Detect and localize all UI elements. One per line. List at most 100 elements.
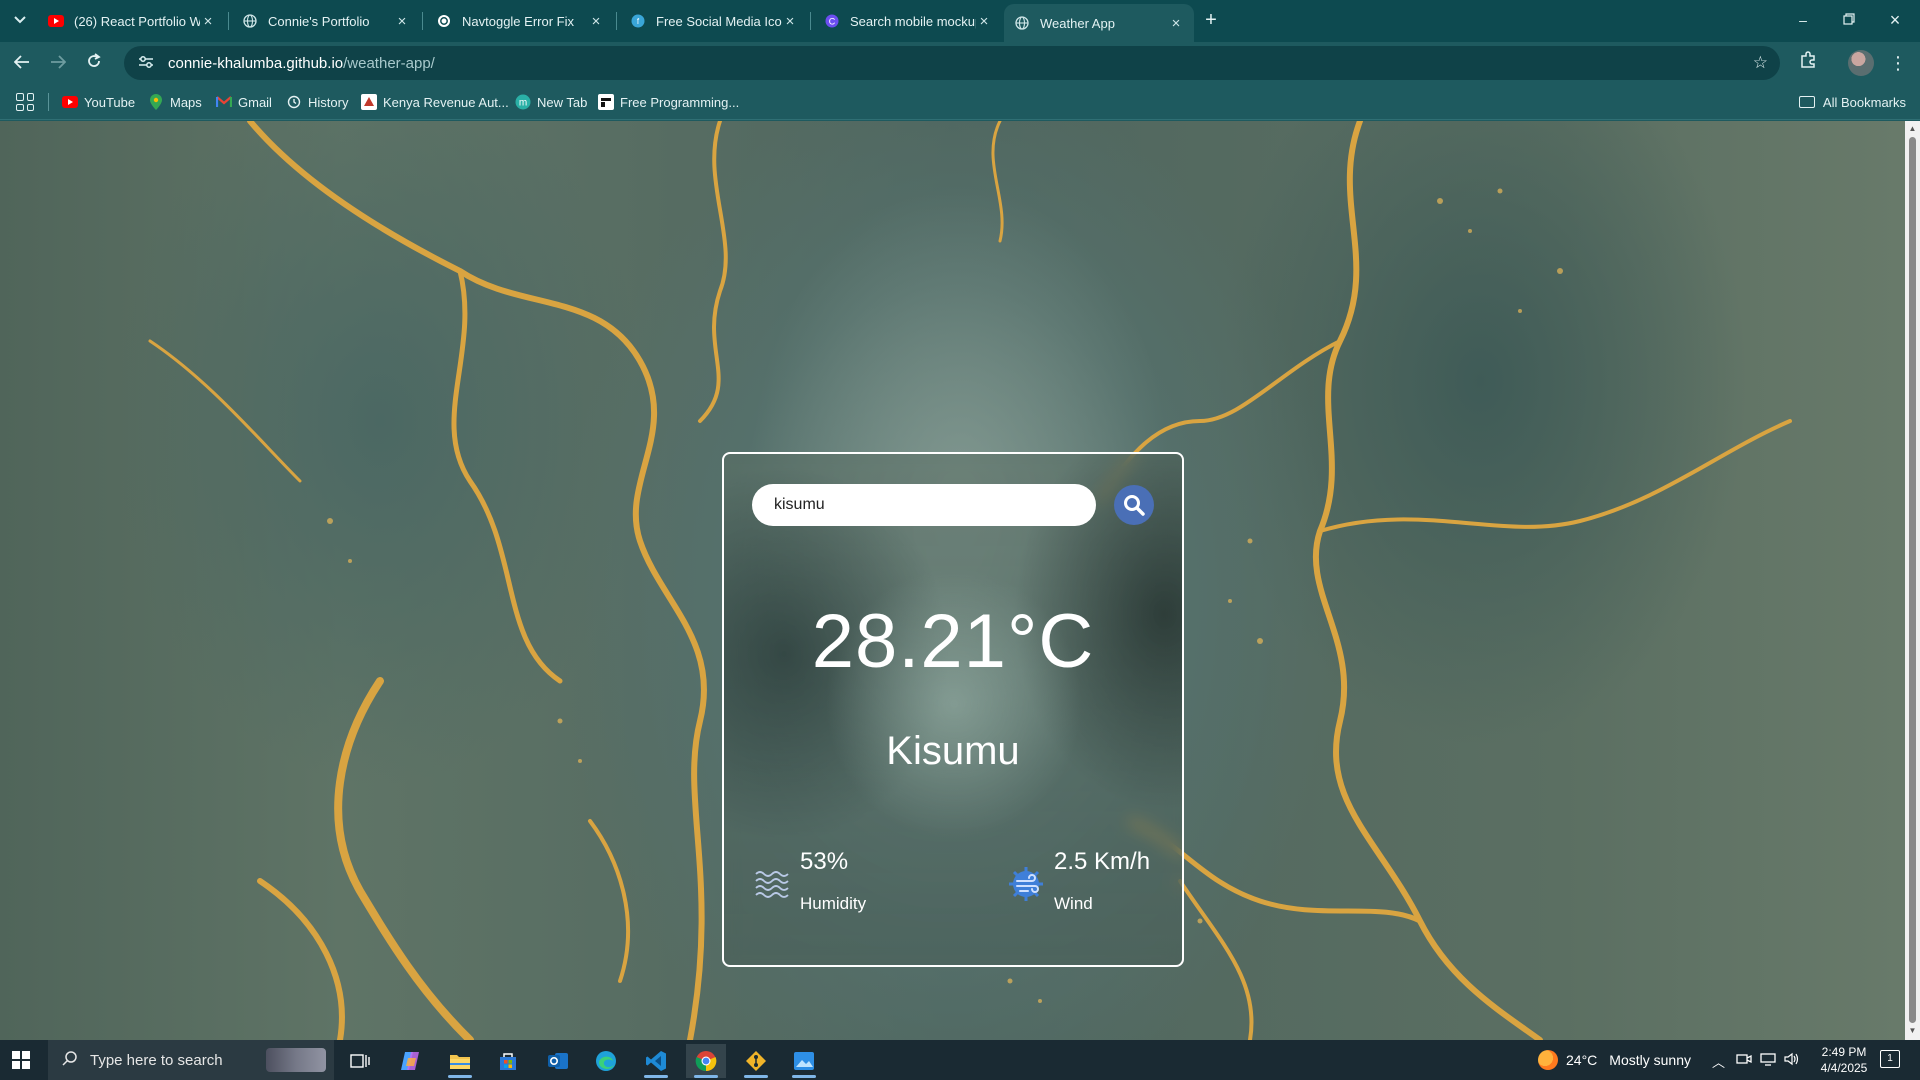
- temperature-display: 28.21°C: [811, 599, 1095, 684]
- browser-toolbar: connie-khalumba.github.io/weather-app/ ☆…: [0, 42, 1920, 84]
- tab-separator: [810, 12, 811, 30]
- bookmark-history[interactable]: History: [286, 92, 348, 112]
- reload-button[interactable]: [80, 49, 108, 77]
- humidity-waves-icon: [754, 866, 790, 902]
- tab-social-media-icon-fonts[interactable]: f Free Social Media Icon Fonts - [ ×: [620, 6, 808, 36]
- windows-start-button[interactable]: [12, 1051, 30, 1069]
- forward-button[interactable]: [44, 49, 72, 77]
- taskbar-microsoft-store[interactable]: [488, 1044, 528, 1078]
- history-icon: [286, 94, 302, 110]
- reload-icon: [88, 53, 101, 67]
- programming-icon: [598, 94, 614, 110]
- scrollbar-thumb[interactable]: [1909, 137, 1916, 1023]
- tab-react-portfolio[interactable]: (26) React Portfolio Website Tu ×: [38, 6, 226, 36]
- all-bookmarks-button[interactable]: All Bookmarks: [1798, 92, 1906, 112]
- site-info-icon[interactable]: [138, 55, 158, 72]
- bookmark-label: YouTube: [84, 94, 136, 110]
- copilot-icon: [401, 1052, 419, 1070]
- taskbar-weather-widget[interactable]: 24°C Mostly sunny: [1538, 1040, 1691, 1080]
- notification-center-icon[interactable]: 1: [1880, 1050, 1900, 1068]
- photos-icon: [794, 1052, 814, 1070]
- globe-icon: [242, 13, 258, 29]
- scroll-down-arrow-icon[interactable]: ▼: [1908, 1026, 1917, 1035]
- tab-canva-mockup[interactable]: C Search mobile mockup - Canva ×: [814, 6, 1002, 36]
- taskbar-vscode[interactable]: [636, 1044, 676, 1078]
- tab-separator: [228, 12, 229, 30]
- close-icon[interactable]: ×: [394, 13, 410, 30]
- taskbar-edge[interactable]: [586, 1044, 626, 1078]
- tab-strip: (26) React Portfolio Website Tu × Connie…: [0, 0, 1920, 42]
- bookmark-new-tab[interactable]: m New Tab: [515, 92, 587, 112]
- all-bookmarks-label: All Bookmarks: [1822, 94, 1906, 110]
- maps-icon: [148, 94, 164, 110]
- city-search-input[interactable]: [752, 484, 1096, 526]
- page-scrollbar[interactable]: ▲ ▼: [1905, 121, 1920, 1040]
- minimize-button[interactable]: –: [1788, 6, 1818, 34]
- tab-connies-portfolio[interactable]: Connie's Portfolio ×: [232, 6, 420, 36]
- search-button[interactable]: [1114, 485, 1154, 525]
- volume-icon[interactable]: [1784, 1052, 1800, 1069]
- taskbar-outlook[interactable]: [538, 1044, 578, 1078]
- chevron-up-icon[interactable]: ︿: [1712, 1052, 1725, 1071]
- bookmark-gmail[interactable]: Gmail: [216, 92, 272, 112]
- humidity-detail: 53% Humidity: [754, 848, 894, 918]
- address-bar[interactable]: connie-khalumba.github.io/weather-app/ ☆: [124, 46, 1780, 80]
- bookmark-maps[interactable]: Maps: [148, 92, 202, 112]
- bookmark-free-programming[interactable]: Free Programming...: [598, 92, 739, 112]
- globe-icon: [1014, 15, 1030, 31]
- wind-value: 2.5 Km/h: [1054, 848, 1151, 875]
- taskbar-chrome[interactable]: [686, 1044, 726, 1078]
- meet-now-icon[interactable]: [1736, 1052, 1752, 1069]
- sun-icon: [1538, 1050, 1558, 1070]
- tab-separator: [616, 12, 617, 30]
- search-icon: [62, 1050, 78, 1070]
- taskbar-search-box[interactable]: Type here to search: [48, 1040, 334, 1080]
- wind-icon: [1008, 866, 1044, 902]
- close-window-button[interactable]: ×: [1880, 6, 1910, 34]
- bookmarks-separator: [48, 93, 49, 111]
- clock-date: 4/4/2025: [1820, 1061, 1868, 1075]
- taskbar-search-placeholder: Type here to search: [90, 1051, 223, 1069]
- taskbar-copilot[interactable]: [390, 1044, 430, 1078]
- back-button[interactable]: [8, 49, 36, 77]
- humidity-label: Humidity: [800, 894, 867, 913]
- tab-weather-app[interactable]: Weather App ×: [1004, 4, 1194, 42]
- scroll-up-arrow-icon[interactable]: ▲: [1908, 124, 1917, 133]
- new-tab-button[interactable]: +: [1198, 8, 1224, 34]
- menu-kebab-icon[interactable]: ⋮: [1886, 51, 1910, 75]
- chrome-icon: [695, 1051, 717, 1072]
- bookmark-label: Free Programming...: [620, 94, 740, 110]
- bookmark-kenya-revenue[interactable]: Kenya Revenue Aut...: [361, 92, 509, 112]
- taskbar-file-explorer[interactable]: [440, 1044, 480, 1078]
- tab-title: Free Social Media Icon Fonts - [: [656, 13, 782, 29]
- close-icon[interactable]: ×: [1168, 15, 1184, 32]
- close-icon[interactable]: ×: [976, 13, 992, 30]
- network-icon[interactable]: [1760, 1052, 1776, 1069]
- taskbar-photos[interactable]: [784, 1044, 824, 1078]
- profile-avatar[interactable]: [1848, 50, 1874, 76]
- bookmark-star-icon[interactable]: ☆: [1753, 53, 1768, 73]
- taskbar-git[interactable]: [736, 1044, 776, 1078]
- url-host: connie-khalumba.github.io: [168, 54, 344, 72]
- bookmark-label: Gmail: [238, 94, 272, 110]
- city-name: Kisumu: [886, 729, 1020, 773]
- tab-search-button[interactable]: [8, 8, 32, 32]
- outlook-icon: [548, 1053, 568, 1069]
- tab-navtoggle-error-fix[interactable]: Navtoggle Error Fix ×: [426, 6, 614, 36]
- close-icon[interactable]: ×: [588, 13, 604, 30]
- close-icon[interactable]: ×: [782, 13, 798, 30]
- restore-button[interactable]: [1834, 6, 1864, 34]
- tab-title: Weather App: [1040, 15, 1115, 31]
- bookmark-youtube[interactable]: YouTube: [62, 92, 135, 112]
- bookmarks-bar: YouTube Maps Gmail History Kenya Revenue…: [0, 84, 1920, 120]
- wind-label: Wind: [1054, 894, 1093, 913]
- bookmark-label: Kenya Revenue Aut...: [383, 94, 509, 110]
- folder-icon: [1798, 96, 1815, 108]
- system-clock[interactable]: 2:49 PM 4/4/2025: [1812, 1044, 1876, 1076]
- extensions-icon[interactable]: [1796, 51, 1820, 75]
- task-view-button[interactable]: [340, 1044, 380, 1078]
- tab-title: Navtoggle Error Fix: [462, 13, 574, 29]
- apps-grid-icon[interactable]: [16, 93, 34, 111]
- search-highlight-image: [266, 1048, 326, 1072]
- close-icon[interactable]: ×: [200, 13, 216, 30]
